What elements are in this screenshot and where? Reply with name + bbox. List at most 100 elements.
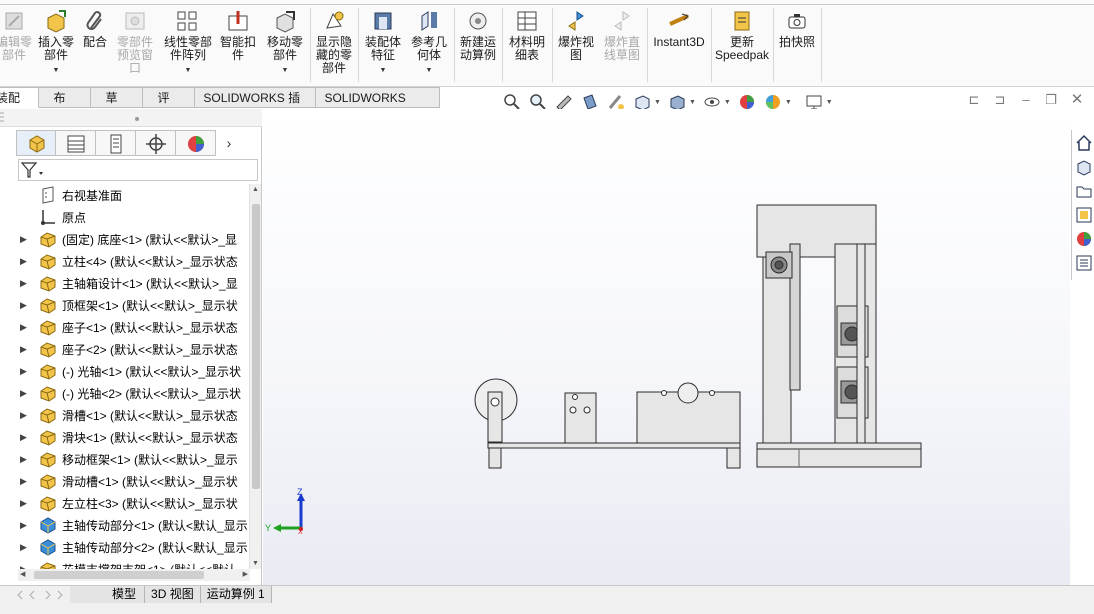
expand-arrow-icon[interactable]: ▶ (20, 234, 32, 245)
chevron-down-icon[interactable]: ▼ (826, 99, 833, 106)
tab-evaluate[interactable]: 评估 (143, 87, 196, 125)
expand-arrow-icon[interactable]: ▶ (20, 476, 32, 487)
smart-fasteners-button[interactable]: 智能扣 件 (218, 8, 258, 62)
close-icon[interactable]: ✕ (1069, 92, 1085, 108)
tree-item[interactable]: ▶ 滑动槽<1> (默认<<默认>_显示状 (0, 470, 250, 492)
tree-item[interactable]: ▶ 滑块<1> (默认<<默认>_显示状态 (0, 426, 250, 448)
tab-model[interactable]: 模型 (70, 586, 146, 603)
dimxpert-manager-tab[interactable] (136, 130, 176, 156)
reference-geometry-button[interactable]: 参考几 何体 ▼ (408, 8, 450, 77)
minimize-icon[interactable]: – (1018, 92, 1034, 108)
expand-arrow-icon[interactable]: ▶ (20, 454, 32, 465)
chevron-down-icon[interactable]: ▼ (53, 64, 60, 77)
expand-arrow-icon[interactable]: ▶ (20, 432, 32, 443)
chevron-right-icon[interactable]: › (216, 135, 242, 151)
scroll-thumb[interactable] (34, 571, 204, 579)
chevron-up-icon[interactable]: ▲ (252, 186, 259, 193)
instant3d-button[interactable]: Instant3D (650, 8, 708, 49)
tree-horizontal-scrollbar[interactable]: ◀ ▶ (18, 569, 250, 581)
tree-item[interactable]: ▶ 主轴传动部分<1> (默认<默认_显示 (0, 514, 250, 536)
tree-item[interactable]: 原点 (0, 206, 250, 228)
tab-motion-study[interactable]: 运动算例 1 (200, 586, 272, 603)
home-icon[interactable] (1075, 134, 1093, 152)
chevron-down-icon[interactable]: ▼ (185, 64, 192, 77)
design-library-icon[interactable] (1075, 158, 1093, 176)
tree-filter[interactable] (18, 159, 258, 181)
appearances-icon[interactable] (1075, 230, 1093, 248)
tile-right-icon[interactable]: ⊐ (992, 92, 1008, 108)
tree-item[interactable]: ▶ (-) 光轴<2> (默认<<默认>_显示状 (0, 382, 250, 404)
expand-arrow-icon[interactable]: ▶ (20, 278, 32, 289)
show-hidden-icon (321, 8, 347, 34)
tree-item[interactable]: 右视基准面 (0, 184, 250, 206)
chevron-down-icon[interactable]: ▼ (654, 99, 661, 106)
chevron-left-icon[interactable]: ◀ (20, 570, 25, 578)
tab-solidworks-mbd[interactable]: SOLIDWORKS MBD (316, 87, 441, 125)
expand-arrow-icon[interactable]: ▶ (20, 344, 32, 355)
scroll-thumb[interactable] (252, 204, 260, 489)
tab-sketch[interactable]: 草图 (91, 87, 144, 125)
tree-item[interactable]: ▶ 顶框架<1> (默认<<默认>_显示状 (0, 294, 250, 316)
update-speedpak-button[interactable]: 更新 Speedpak (713, 8, 771, 62)
move-component-button[interactable]: 移动零 部件 ▼ (264, 8, 306, 77)
exploded-view-button[interactable]: 爆炸视 图 (555, 8, 597, 62)
chevron-down-icon[interactable]: ▼ (689, 99, 696, 106)
chevron-down-icon[interactable]: ▼ (785, 99, 792, 106)
chevron-down-icon[interactable]: ▼ (252, 560, 259, 567)
folder-icon[interactable] (1075, 182, 1093, 200)
property-manager-tab[interactable] (56, 130, 96, 156)
take-snapshot-button[interactable]: 拍快照 (776, 8, 818, 49)
configuration-manager-tab[interactable] (96, 130, 136, 156)
tree-item[interactable]: ▶ 主轴箱设计<1> (默认<<默认>_显 (0, 272, 250, 294)
edit-component-button[interactable]: 编辑零 部件 (0, 8, 34, 62)
custom-properties-icon[interactable] (1075, 254, 1093, 272)
chevron-down-icon[interactable]: ▼ (282, 64, 289, 77)
tree-item[interactable]: ▶ (固定) 底座<1> (默认<<默认>_显 (0, 228, 250, 250)
expand-arrow-icon[interactable]: ▶ (20, 498, 32, 509)
display-manager-tab[interactable] (176, 130, 216, 156)
exploded-view-icon (563, 8, 589, 34)
graphics-area[interactable]: Z Y X (263, 109, 1070, 585)
expand-arrow-icon[interactable]: ▶ (20, 256, 32, 267)
expand-arrow-icon[interactable]: ▶ (20, 322, 32, 333)
chevron-down-icon[interactable]: ▼ (380, 64, 387, 77)
tree-vertical-scrollbar[interactable]: ▲ ▼ (249, 184, 261, 569)
component-preview-button[interactable]: 零部件 预览窗 口 (114, 8, 156, 75)
show-hidden-components-button[interactable]: 显示隐 藏的零 部件 (313, 8, 355, 75)
tab-assembly[interactable]: 装配体 (0, 87, 40, 125)
expand-arrow-icon[interactable]: ▶ (20, 300, 32, 311)
chevron-down-icon[interactable]: ▼ (724, 99, 731, 106)
pane-grip[interactable] (0, 109, 262, 127)
tab-layout[interactable]: 布局 (39, 87, 92, 125)
view-palette-icon[interactable] (1075, 206, 1093, 224)
tree-item[interactable]: ▶ (-) 光轴<1> (默认<<默认>_显示状 (0, 360, 250, 382)
tile-left-icon[interactable]: ⊏ (966, 92, 982, 108)
base-rail (487, 442, 741, 449)
restore-icon[interactable]: ❐ (1043, 92, 1059, 108)
feature-manager-tab[interactable] (16, 130, 56, 156)
tree-item[interactable]: ▶ 座子<2> (默认<<默认>_显示状态 (0, 338, 250, 360)
tree-item[interactable]: ▶ 左立柱<3> (默认<<默认>_显示状 (0, 492, 250, 514)
chevron-down-icon[interactable]: ▼ (426, 64, 433, 77)
tree-item[interactable]: ▶花模支撑架支架<1> (默认<<默认 (0, 558, 250, 569)
tree-item[interactable]: ▶ 立柱<4> (默认<<默认>_显示状态 (0, 250, 250, 272)
expand-arrow-icon[interactable]: ▶ (20, 542, 32, 553)
bill-of-materials-button[interactable]: 材料明 细表 (506, 8, 548, 62)
expand-arrow-icon[interactable]: ▶ (20, 410, 32, 421)
tree-item[interactable]: ▶ 座子<1> (默认<<默认>_显示状态 (0, 316, 250, 338)
expand-arrow-icon[interactable]: ▶ (20, 520, 32, 531)
new-motion-study-button[interactable]: 新建运 动算例 (457, 8, 499, 62)
tree-item[interactable]: ▶ 主轴传动部分<2> (默认<默认_显示 (0, 536, 250, 558)
expand-arrow-icon[interactable]: ▶ (20, 388, 32, 399)
assembly-features-button[interactable]: 装配体 特征 ▼ (362, 8, 404, 77)
linear-pattern-button[interactable]: 线性零部 件阵列 ▼ (162, 8, 214, 77)
tree-item[interactable]: ▶ 滑槽<1> (默认<<默认>_显示状态 (0, 404, 250, 426)
tab-solidworks-addins[interactable]: SOLIDWORKS 插件 (195, 87, 317, 125)
expand-arrow-icon[interactable]: ▶ (20, 366, 32, 377)
explode-line-sketch-button[interactable]: 爆炸直 线草图 (601, 8, 643, 62)
mate-button[interactable]: 配合 (80, 8, 110, 49)
tree-item[interactable]: ▶ 移动框架<1> (默认<<默认>_显示 (0, 448, 250, 470)
insert-component-button[interactable]: 插入零 部件 ▼ (36, 8, 76, 77)
tab-3d-view[interactable]: 3D 视图 (145, 586, 201, 603)
chevron-right-icon[interactable]: ▶ (243, 570, 248, 578)
